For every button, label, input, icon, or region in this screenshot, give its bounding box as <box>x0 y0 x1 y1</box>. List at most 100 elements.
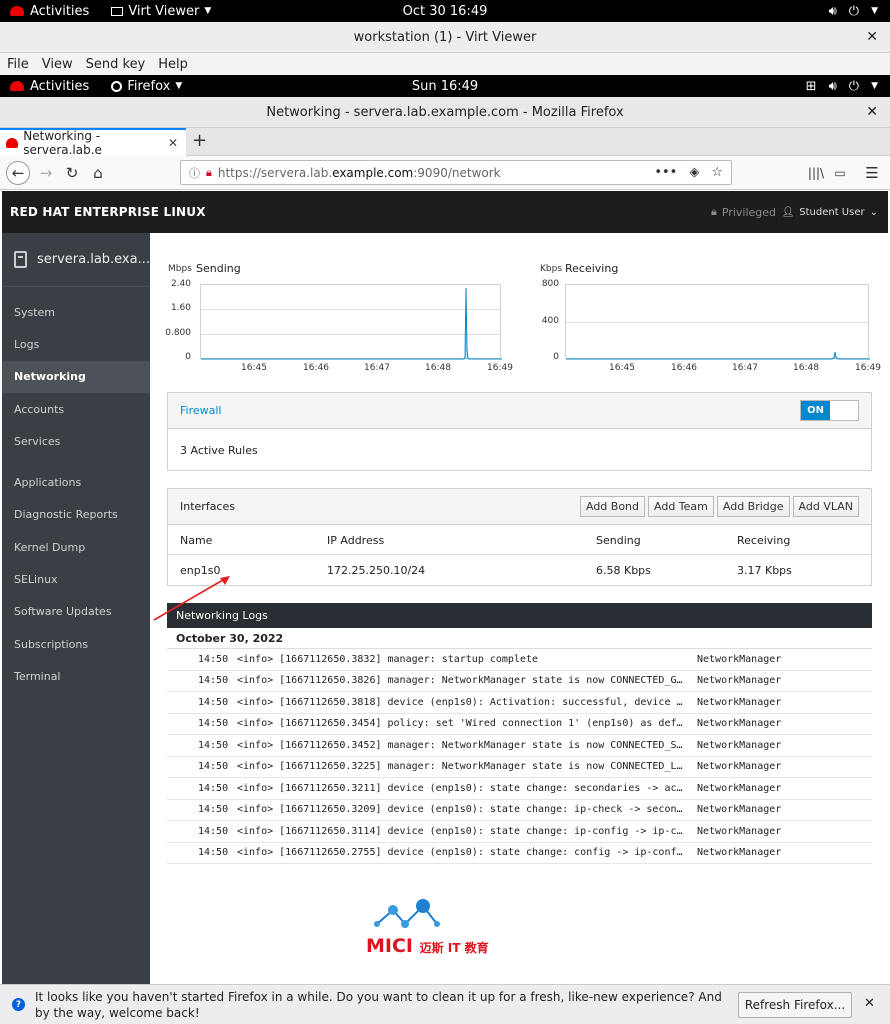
redhat-logo-icon <box>10 6 24 16</box>
log-entry[interactable]: 14:50 <info> [1667112650.3454] policy: se… <box>167 713 872 735</box>
sidebar-item-applications[interactable]: Applications <box>2 466 150 498</box>
refresh-firefox-button[interactable]: Refresh Firefox... <box>738 992 852 1018</box>
host-name: servera.lab.exa... <box>36 252 150 267</box>
guest-activities[interactable]: Activities <box>0 79 89 94</box>
url-prefix: https://servera.lab. <box>217 165 333 180</box>
add-vlan-button[interactable]: Add VLAN <box>792 496 859 517</box>
logs-header: Networking Logs <box>167 603 872 628</box>
sidebar-item-networking[interactable]: Networking <box>2 360 150 393</box>
sidebar-item-diagnostic-reports[interactable]: Diagnostic Reports <box>2 499 150 531</box>
host-app-menu[interactable]: Virt Viewer ▼ <box>111 4 211 19</box>
triangle-down-icon: ▼ <box>204 6 212 16</box>
sidebar-item-software-updates[interactable]: Software Updates <box>2 596 150 628</box>
log-time: 14:50 <box>198 718 229 730</box>
info-icon[interactable]: ⓘ <box>189 165 200 181</box>
log-entry[interactable]: 14:50 <info> [1667112650.3211] device (en… <box>167 778 872 800</box>
log-source: NetworkManager <box>697 782 782 794</box>
menu-view[interactable]: View <box>42 57 73 72</box>
menu-send-key[interactable]: Send key <box>86 57 146 72</box>
sending-xtick: 16:45 <box>241 363 267 373</box>
host-top-bar: Activities Virt Viewer ▼ Oct 30 16:49 🔊︎… <box>0 0 890 22</box>
column-ip: IP Address <box>327 534 385 547</box>
log-entry[interactable]: 14:50 <info> [1667112650.3826] manager: N… <box>167 670 872 692</box>
insecure-lock-icon[interactable]: 🔒︎ <box>206 166 212 180</box>
sending-ytick: 1.60 <box>170 303 191 313</box>
log-source: NetworkManager <box>697 847 782 859</box>
mici-brand-sub: 迈斯 IT 教育 <box>419 941 489 955</box>
log-entry[interactable]: 14:50 <info> [1667112650.3114] device (en… <box>167 821 872 843</box>
log-entry[interactable]: 14:50 <info> [1667112650.3209] device (en… <box>167 799 872 821</box>
log-source: NetworkManager <box>697 825 782 837</box>
user-menu[interactable]: 👤︎ Student User ⌄ <box>782 207 878 218</box>
receiving-xtick: 16:46 <box>671 363 697 373</box>
page-actions-icon[interactable]: ••• <box>654 165 677 180</box>
annotation-arrow-icon <box>153 576 230 621</box>
new-tab-icon[interactable]: + <box>192 130 207 151</box>
sidebar-item-accounts[interactable]: Accounts <box>2 393 150 425</box>
sidebar-item-selinux[interactable]: SELinux <box>2 563 150 595</box>
sidebar-item-system[interactable]: System <box>2 296 150 328</box>
host-activities[interactable]: Activities <box>0 4 89 19</box>
firefox-window-title: Networking - servera.lab.example.com - M… <box>266 104 624 120</box>
forward-arrow-icon[interactable]: → <box>34 161 58 185</box>
user-icon: 👤︎ <box>781 206 795 218</box>
privileged-indicator[interactable]: 🔒︎ Privileged <box>711 205 776 219</box>
receiving-line <box>566 351 870 360</box>
sidebar-icon[interactable]: ▭ <box>828 161 852 185</box>
log-entry[interactable]: 14:50 <info> [1667112650.3832] manager: s… <box>167 649 872 671</box>
library-icon[interactable]: |||\ <box>804 161 828 185</box>
receiving-title: Receiving <box>565 262 619 275</box>
add-team-button[interactable]: Add Team <box>648 496 714 517</box>
hamburger-menu-icon[interactable]: ☰ <box>860 161 884 185</box>
bookmark-star-icon[interactable]: ☆ <box>711 165 723 180</box>
mici-logo-text: MICI 迈斯 IT 教育 <box>366 935 489 957</box>
sidebar-item-services[interactable]: Services <box>2 425 150 457</box>
guest-system-menu[interactable]: ⊞ 🔊︎ ⏻ ▼ <box>806 79 878 94</box>
table-row[interactable]: enp1s0 172.25.250.10/24 6.58 Kbps 3.17 K… <box>168 555 871 585</box>
receiving-xtick: 16:47 <box>732 363 758 373</box>
menu-help[interactable]: Help <box>158 57 188 72</box>
close-icon[interactable]: ✕ <box>866 29 878 45</box>
sending-ytick: 2.40 <box>170 279 191 289</box>
pocket-icon[interactable]: ◈ <box>689 165 699 180</box>
log-entry[interactable]: 14:50 <info> [1667112650.3225] manager: N… <box>167 756 872 778</box>
column-sending: Sending <box>596 534 641 547</box>
log-message: <info> [1667112650.3225] manager: Networ… <box>237 761 685 773</box>
log-time: 14:50 <box>198 653 229 665</box>
host-switcher[interactable]: servera.lab.exa... <box>2 233 150 287</box>
close-icon[interactable]: ✕ <box>866 104 878 120</box>
url-bar[interactable]: ⓘ 🔒︎ https://servera.lab.example.com:909… <box>180 160 732 185</box>
log-time: 14:50 <box>198 825 229 837</box>
log-entry[interactable]: 14:50 <info> [1667112650.3452] manager: N… <box>167 735 872 757</box>
sidebar-item-logs[interactable]: Logs <box>2 328 150 360</box>
url-suffix: :9090/network <box>413 165 501 180</box>
firewall-toggle[interactable]: ON <box>800 400 859 421</box>
log-entry[interactable]: 14:50 <info> [1667112650.2755] device (en… <box>167 842 872 864</box>
home-icon[interactable]: ⌂ <box>86 161 110 185</box>
back-arrow-icon[interactable]: ← <box>6 161 30 185</box>
add-bond-button[interactable]: Add Bond <box>579 496 646 517</box>
sidebar-item-subscriptions[interactable]: Subscriptions <box>2 628 150 660</box>
virt-viewer-title: workstation (1) - Virt Viewer <box>353 29 537 45</box>
add-bridge-button[interactable]: Add Bridge <box>716 496 790 517</box>
sidebar-item-kernel-dump[interactable]: Kernel Dump <box>2 531 150 563</box>
receiving-unit: Kbps <box>540 264 563 274</box>
tab-networking[interactable]: Networking - servera.lab.e ✕ <box>0 128 186 157</box>
privileged-label: Privileged <box>721 205 776 219</box>
notification-text: It looks like you haven't started Firefo… <box>35 990 722 1020</box>
guest-app-menu[interactable]: Firefox ▼ <box>111 79 182 94</box>
host-system-menu[interactable]: 🔊︎ ⏻ ▼ <box>829 4 878 19</box>
firewall-link[interactable]: Firewall <box>180 404 221 417</box>
reload-icon[interactable]: ↻ <box>60 161 84 185</box>
menu-file[interactable]: File <box>7 57 29 72</box>
host-app-label: Virt Viewer <box>128 3 200 19</box>
close-icon[interactable]: ✕ <box>864 996 875 1011</box>
log-message: <info> [1667112650.3211] device (enp1s0)… <box>237 782 685 794</box>
sidebar-item-terminal[interactable]: Terminal <box>2 660 150 692</box>
mici-logo: MICI 迈斯 IT 教育 <box>366 898 526 958</box>
receiving-ytick: 0 <box>553 352 559 362</box>
sending-xtick: 16:46 <box>303 363 329 373</box>
triangle-down-icon: ▼ <box>871 6 878 16</box>
log-entry[interactable]: 14:50 <info> [1667112650.3818] device (en… <box>167 692 872 714</box>
tab-close-icon[interactable]: ✕ <box>168 136 178 150</box>
